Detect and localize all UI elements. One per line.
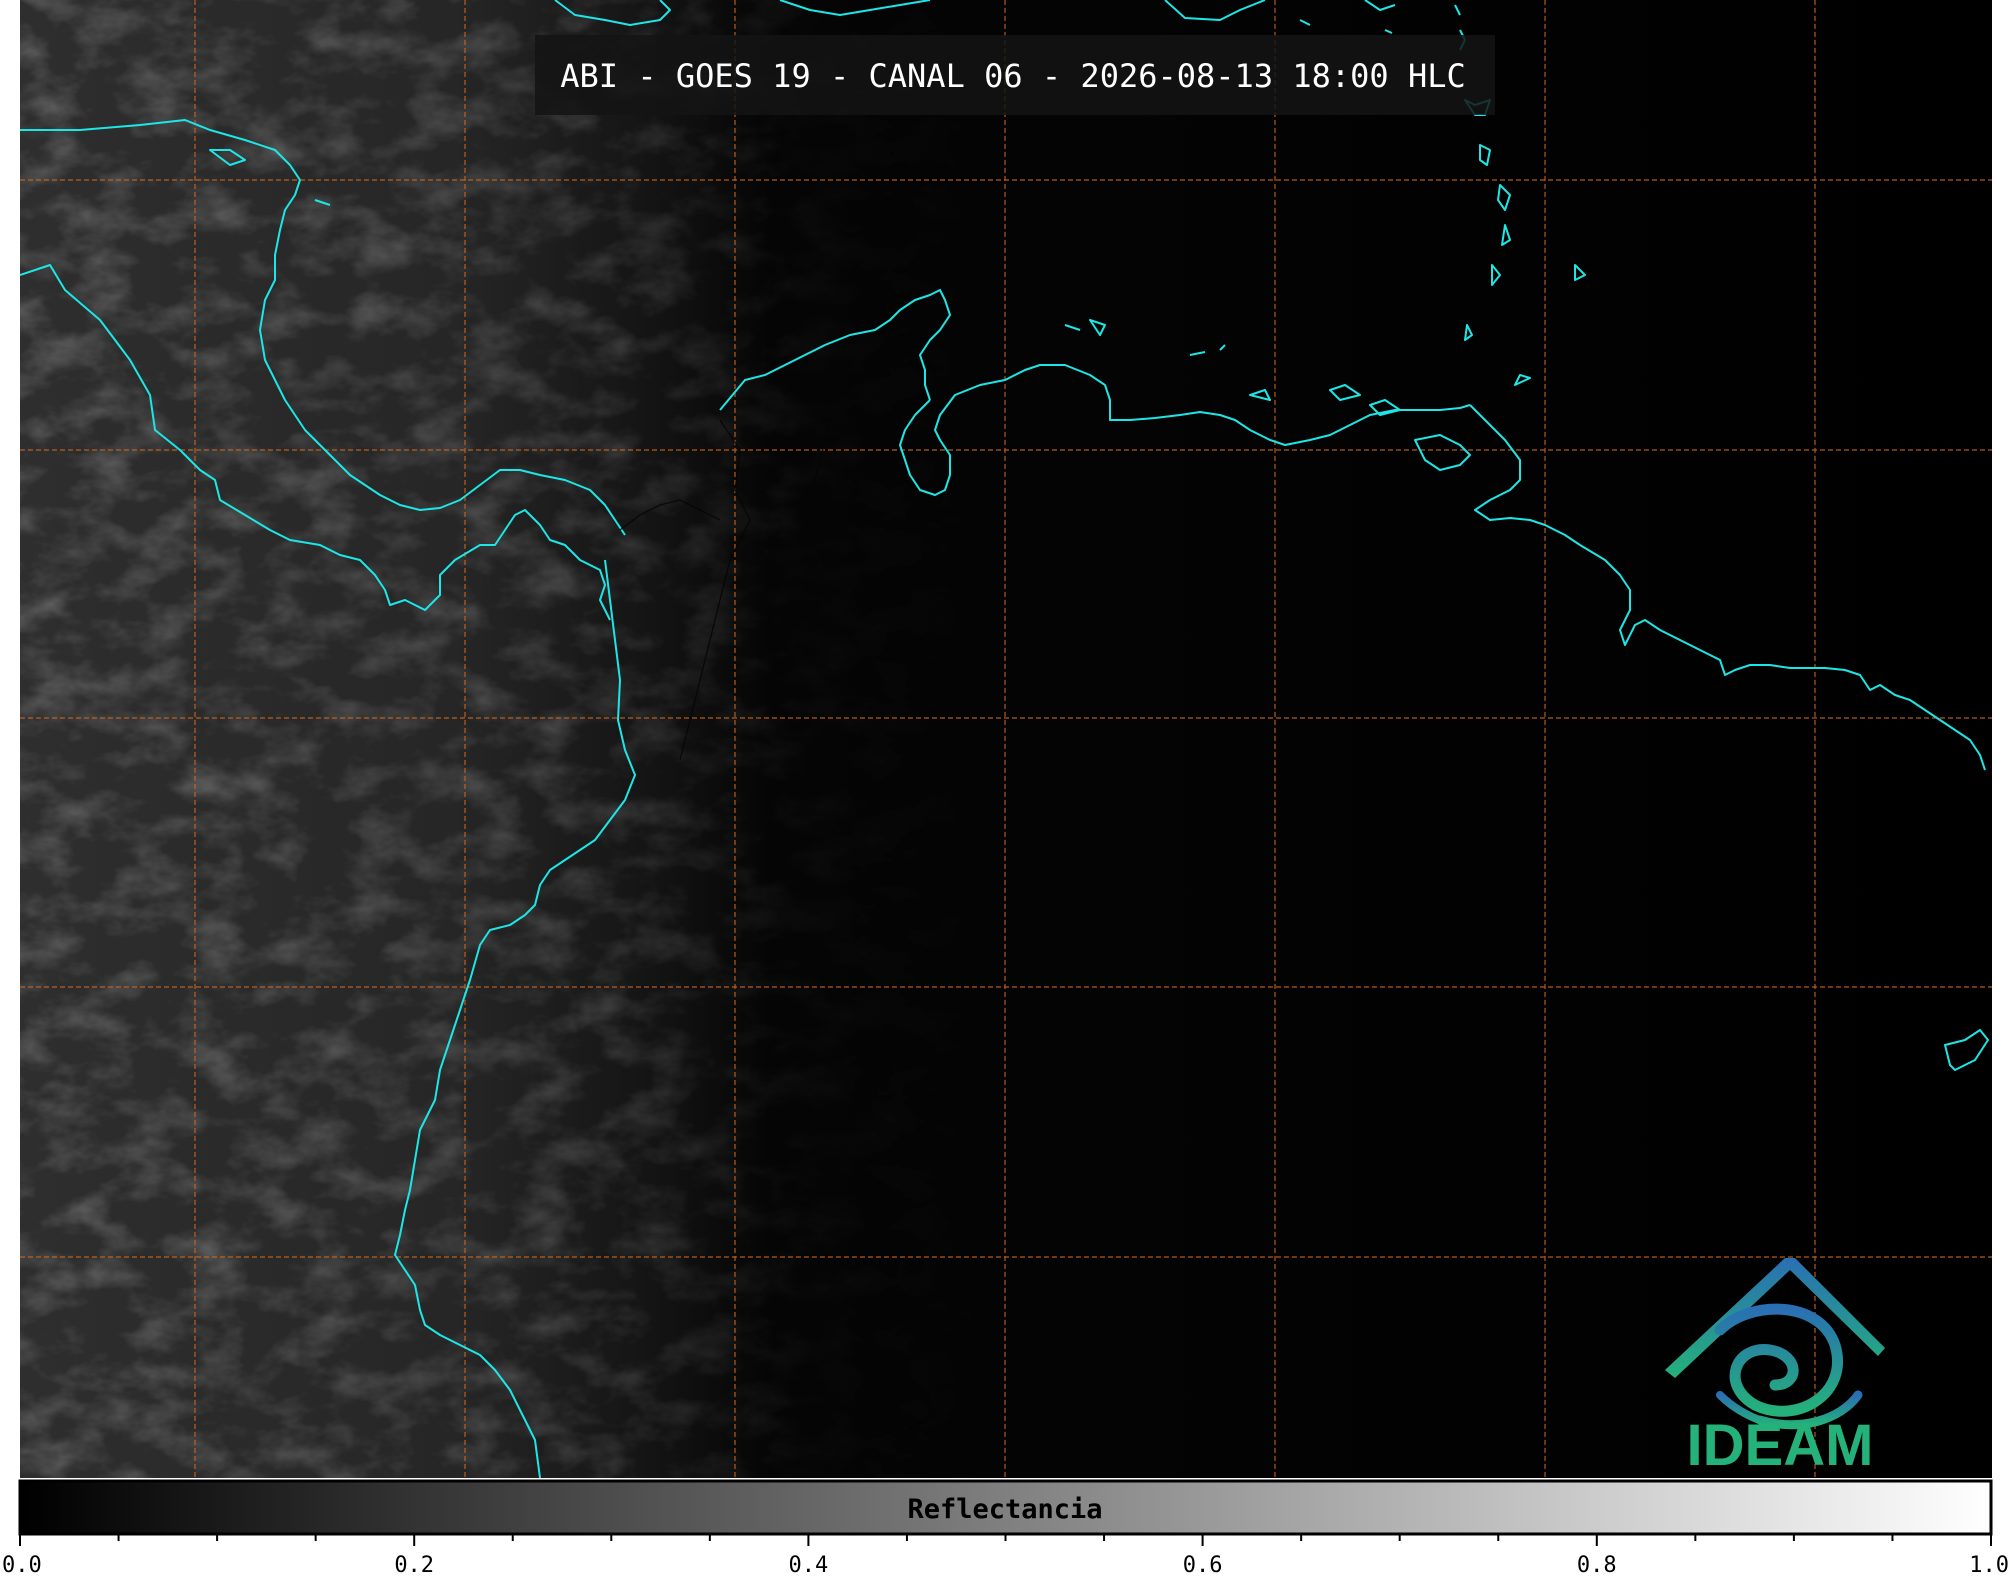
colorbar-ticks <box>19 1534 1992 1546</box>
colorbar-label: Reflectancia <box>907 1494 1102 1525</box>
colorbar-tick-label: 0.4 <box>789 1553 829 1577</box>
colorbar-tick-label: 0.8 <box>1577 1553 1617 1577</box>
satellite-image: ABI - GOES 19 - CANAL 06 - 2026-08-13 18… <box>20 0 1992 1478</box>
colorbar-tick-label: 0.6 <box>1183 1553 1223 1577</box>
colorbar: Reflectancia 0.0 0.2 0.4 0.6 0.8 1.0 <box>2 1479 2009 1577</box>
colorbar-tick-label: 1.0 <box>1969 1553 2009 1577</box>
colorbar-tick-label: 0.0 <box>2 1553 42 1577</box>
logo-text: IDEAM <box>1687 1413 1874 1478</box>
cloud-texture <box>20 0 1992 1478</box>
colorbar-tick-label: 0.2 <box>394 1553 434 1577</box>
colorbar-tick-labels: 0.0 0.2 0.4 0.6 0.8 1.0 <box>2 1553 2009 1577</box>
image-title: ABI - GOES 19 - CANAL 06 - 2026-08-13 18… <box>560 57 1465 95</box>
